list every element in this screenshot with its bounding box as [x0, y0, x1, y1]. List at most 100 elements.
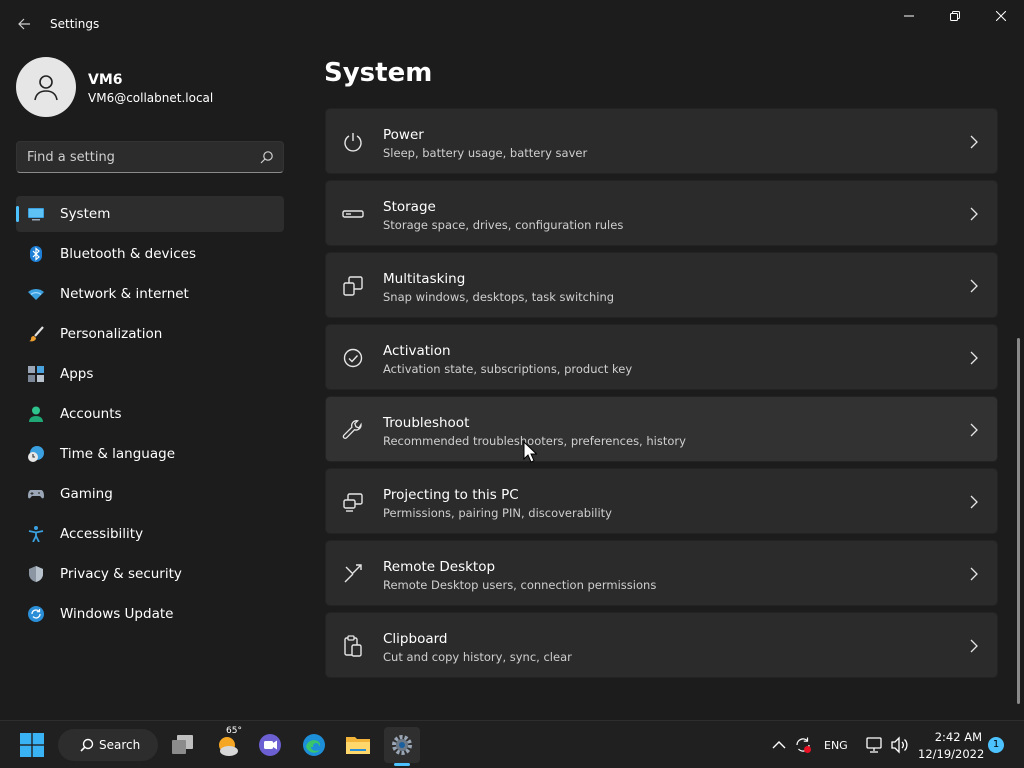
weather-sun-cloud-icon	[219, 737, 238, 756]
network-wired-icon[interactable]	[864, 735, 884, 755]
sidebar-item-apps[interactable]: Apps	[16, 356, 284, 392]
user-icon	[34, 75, 58, 101]
close-icon	[996, 11, 1006, 21]
file-explorer-button[interactable]	[340, 727, 376, 763]
card-subtitle: Activation state, subscriptions, product…	[383, 362, 633, 376]
card-subtitle: Remote Desktop users, connection permiss…	[383, 578, 657, 592]
card-title: Power	[383, 127, 424, 143]
sidebar-item-time-language[interactable]: Time & language	[16, 436, 284, 472]
taskbar-search-button[interactable]: Search	[58, 729, 158, 761]
active-app-indicator	[394, 763, 410, 766]
task-view-button[interactable]	[165, 727, 201, 763]
card-title: Clipboard	[383, 631, 448, 647]
sidebar-item-accessibility[interactable]: Accessibility	[16, 516, 284, 552]
sidebar-item-personalization[interactable]: Personalization	[16, 316, 284, 352]
start-button[interactable]	[14, 727, 50, 763]
minimize-icon	[904, 15, 914, 17]
system-icon	[28, 208, 44, 221]
back-button[interactable]	[8, 8, 40, 40]
input-language-indicator[interactable]: ENG	[824, 739, 848, 752]
sync-alert-icon[interactable]	[793, 735, 813, 755]
chevron-right-icon	[970, 639, 978, 653]
card-title: Projecting to this PC	[383, 487, 519, 503]
sidebar-item-bluetooth[interactable]: Bluetooth & devices	[16, 236, 284, 272]
card-subtitle: Permissions, pairing PIN, discoverabilit…	[383, 506, 612, 520]
minimize-button[interactable]	[886, 0, 932, 32]
show-hidden-icons-chevron-up-icon[interactable]	[769, 735, 789, 755]
search-icon	[80, 738, 94, 752]
teams-chat-button[interactable]	[252, 727, 288, 763]
chevron-right-icon	[970, 135, 978, 149]
page-title: System	[324, 58, 433, 88]
sidebar-item-label: Windows Update	[60, 606, 174, 622]
chevron-right-icon	[970, 495, 978, 509]
settings-card-clipboard[interactable]: Clipboard Cut and copy history, sync, cl…	[325, 612, 998, 678]
settings-app-button[interactable]	[384, 727, 420, 763]
settings-card-activation[interactable]: Activation Activation state, subscriptio…	[325, 324, 998, 390]
sidebar-item-label: Network & internet	[60, 286, 189, 302]
sidebar-item-windows-update[interactable]: Windows Update	[16, 596, 284, 632]
sidebar-item-accounts[interactable]: Accounts	[16, 396, 284, 432]
sidebar-item-privacy[interactable]: Privacy & security	[16, 556, 284, 592]
apps-icon	[28, 366, 44, 382]
gamepad-icon	[28, 490, 44, 499]
settings-card-remote-desktop[interactable]: Remote Desktop Remote Desktop users, con…	[325, 540, 998, 606]
notification-badge[interactable]: 1	[988, 737, 1004, 753]
sidebar-item-label: Personalization	[60, 326, 163, 342]
window-title: Settings	[50, 17, 100, 31]
weather-temperature: 65°	[226, 726, 242, 736]
sidebar-item-network[interactable]: Network & internet	[16, 276, 284, 312]
user-email: VM6@collabnet.local	[88, 91, 214, 105]
edge-browser-button[interactable]	[296, 727, 332, 763]
settings-card-storage[interactable]: Storage Storage space, drives, configura…	[325, 180, 998, 246]
user-name: VM6	[88, 72, 123, 88]
vertical-scrollbar[interactable]	[1017, 338, 1020, 704]
settings-card-projecting[interactable]: Projecting to this PC Permissions, pairi…	[325, 468, 998, 534]
settings-card-power[interactable]: Power Sleep, battery usage, battery save…	[325, 108, 998, 174]
shield-icon	[29, 566, 43, 582]
volume-icon[interactable]	[889, 735, 909, 755]
search-icon[interactable]	[260, 150, 274, 164]
avatar[interactable]	[16, 57, 76, 117]
restore-button[interactable]	[932, 0, 978, 32]
card-title: Activation	[383, 343, 451, 359]
brush-icon	[29, 326, 44, 342]
card-subtitle: Storage space, drives, configuration rul…	[383, 218, 624, 232]
clock-globe-icon	[28, 446, 44, 462]
card-title: Remote Desktop	[383, 559, 496, 575]
weather-widget[interactable]: 65°	[210, 726, 246, 763]
taskbar-search-label: Search	[99, 738, 141, 752]
sidebar-item-label: Time & language	[60, 446, 176, 462]
sidebar-nav: System Bluetooth & devices Network & int…	[16, 196, 284, 636]
accessibility-icon	[28, 526, 44, 542]
accounts-icon	[29, 406, 43, 422]
sidebar-item-gaming[interactable]: Gaming	[16, 476, 284, 512]
card-title: Storage	[383, 199, 436, 215]
settings-card-list: Power Sleep, battery usage, battery save…	[325, 108, 998, 684]
sidebar-item-label: Privacy & security	[60, 566, 182, 582]
sidebar-item-system[interactable]: System	[16, 196, 284, 232]
wrench-icon	[342, 420, 362, 439]
clock-time[interactable]: 2:42 AM	[918, 730, 982, 744]
title-bar: Settings	[0, 0, 1024, 48]
update-icon	[28, 606, 44, 622]
chevron-right-icon	[970, 279, 978, 293]
settings-card-troubleshoot[interactable]: Troubleshoot Recommended troubleshooters…	[325, 396, 998, 462]
search-input[interactable]	[27, 142, 252, 172]
mouse-cursor-icon	[523, 441, 537, 463]
taskbar: Search 65° ENG 2:42 AM 12/19/2022 1	[0, 720, 1024, 768]
projecting-icon	[343, 493, 363, 512]
card-title: Troubleshoot	[383, 415, 470, 431]
edge-icon	[303, 734, 325, 756]
sidebar-item-label: Accounts	[60, 406, 122, 422]
chevron-right-icon	[970, 423, 978, 437]
remote-desktop-icon	[344, 564, 362, 583]
storage-icon	[342, 210, 364, 218]
clock-date[interactable]: 12/19/2022	[918, 747, 984, 761]
sidebar-item-label: Accessibility	[60, 526, 144, 542]
chat-icon	[259, 734, 281, 756]
sidebar-item-label: System	[60, 206, 111, 222]
close-button[interactable]	[978, 0, 1024, 32]
sidebar-item-label: Gaming	[60, 486, 113, 502]
settings-card-multitasking[interactable]: Multitasking Snap windows, desktops, tas…	[325, 252, 998, 318]
